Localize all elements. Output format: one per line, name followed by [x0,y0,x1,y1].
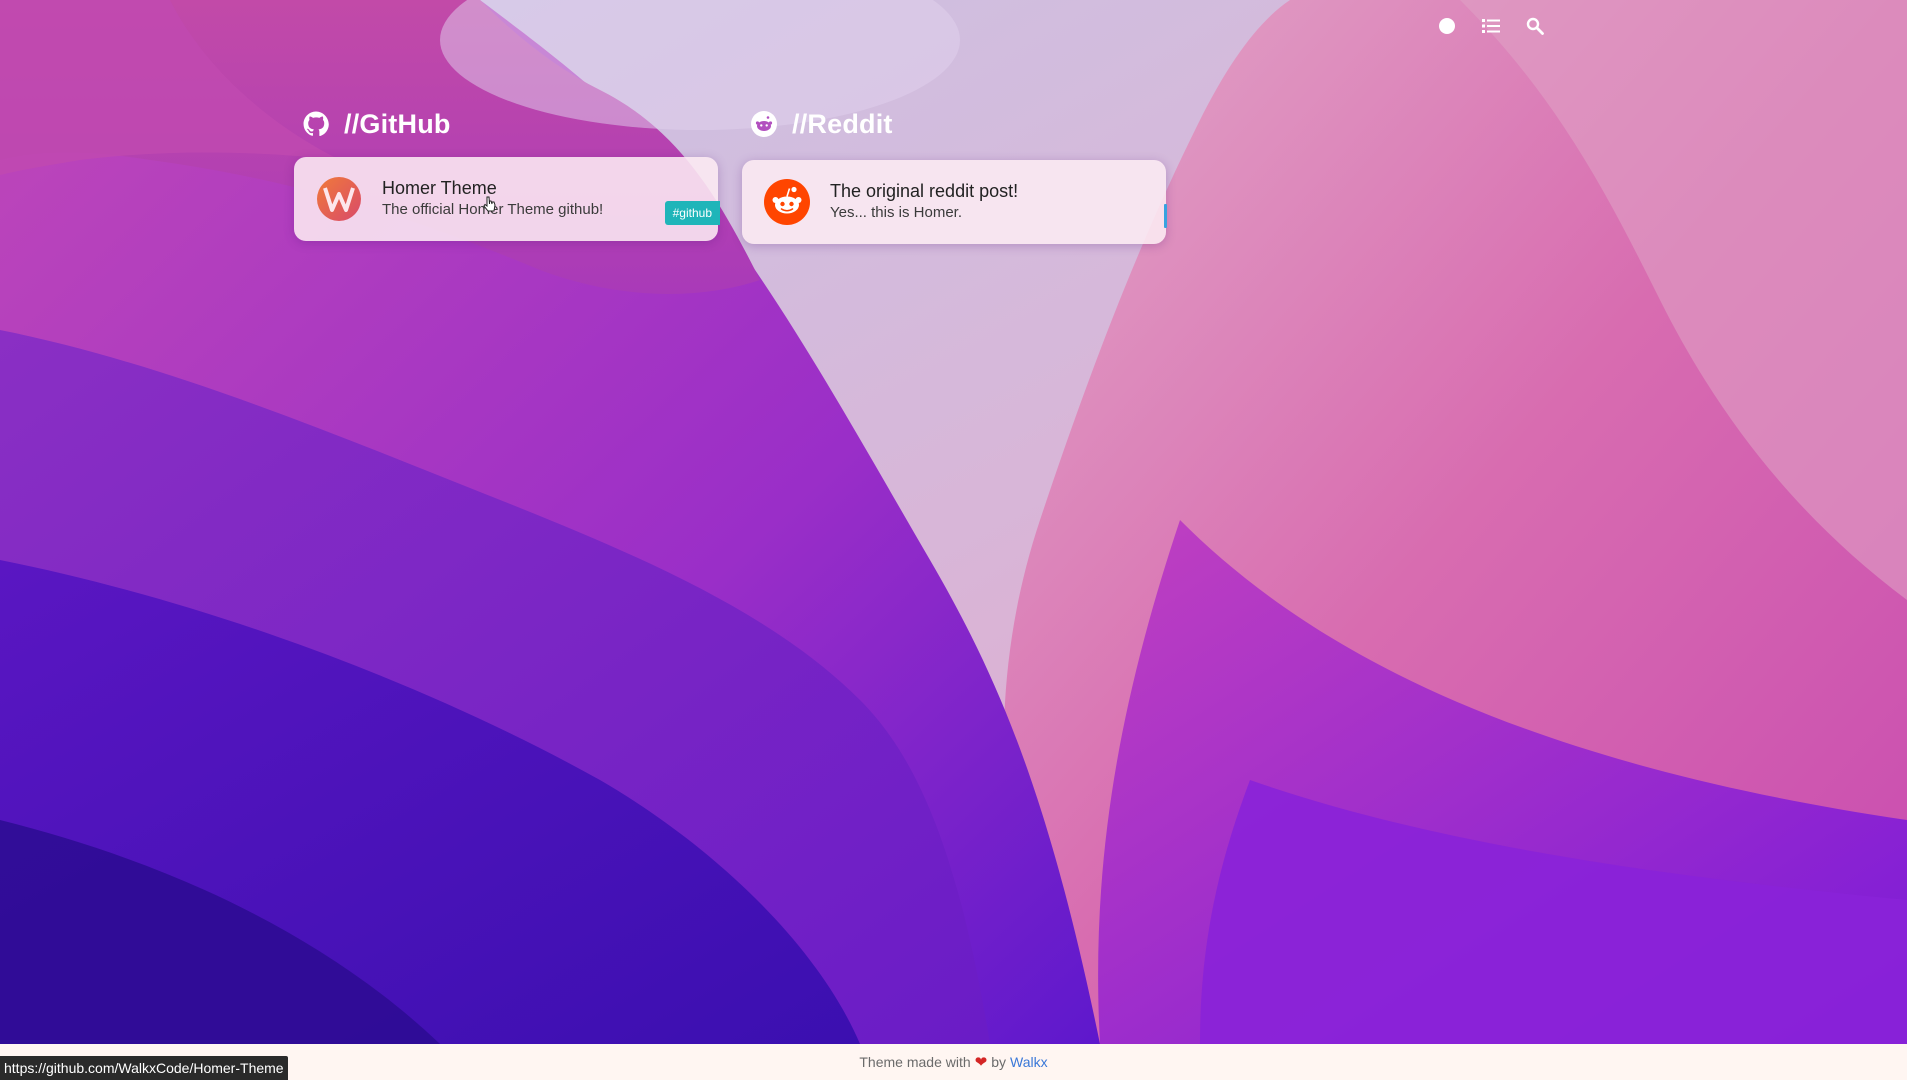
group-title: //GitHub [294,104,718,144]
dark-mode-toggle[interactable] [1425,12,1469,40]
heart-icon: ❤ [974,1054,988,1071]
browser-status-url: https://github.com/WalkxCode/Homer-Theme [0,1056,288,1080]
group-title-text: //Reddit [792,108,893,139]
card-title: The original reddit post! [830,181,1019,201]
search-icon [1526,17,1544,35]
service-card-reddit-post[interactable]: The original reddit post! Yes... this is… [742,160,1167,244]
group-github: //GitHub Homer Theme The official Homer … [294,104,720,241]
footer-author-link[interactable]: Walkx [1010,1054,1048,1070]
github-icon [302,110,330,138]
footer-by-text: by [991,1054,1007,1070]
list-view-icon [1482,19,1500,33]
tag-badge[interactable]: #github [664,201,720,225]
search-button[interactable] [1513,12,1557,40]
card-text: The original reddit post! Yes... this is… [830,180,1018,224]
top-navbar [1425,12,1557,40]
group-title-text: //GitHub [344,108,451,139]
card-subtitle: Yes... this is Homer. [830,204,962,221]
footer-text: Theme made with [859,1054,971,1070]
reddit-logo-icon [764,179,810,225]
dark-mode-dot-icon [1439,18,1455,34]
reddit-icon [750,110,778,138]
mouse-pointer-icon [483,196,496,212]
card-edge-accent [1164,204,1167,228]
layout-toggle-button[interactable] [1469,12,1513,40]
group-reddit: //Reddit The original reddit post! Yes..… [742,104,1167,244]
group-title: //Reddit [742,104,1166,144]
walkx-logo-icon [317,177,361,221]
service-card-homer-theme[interactable]: Homer Theme The official Homer Theme git… [294,157,720,241]
